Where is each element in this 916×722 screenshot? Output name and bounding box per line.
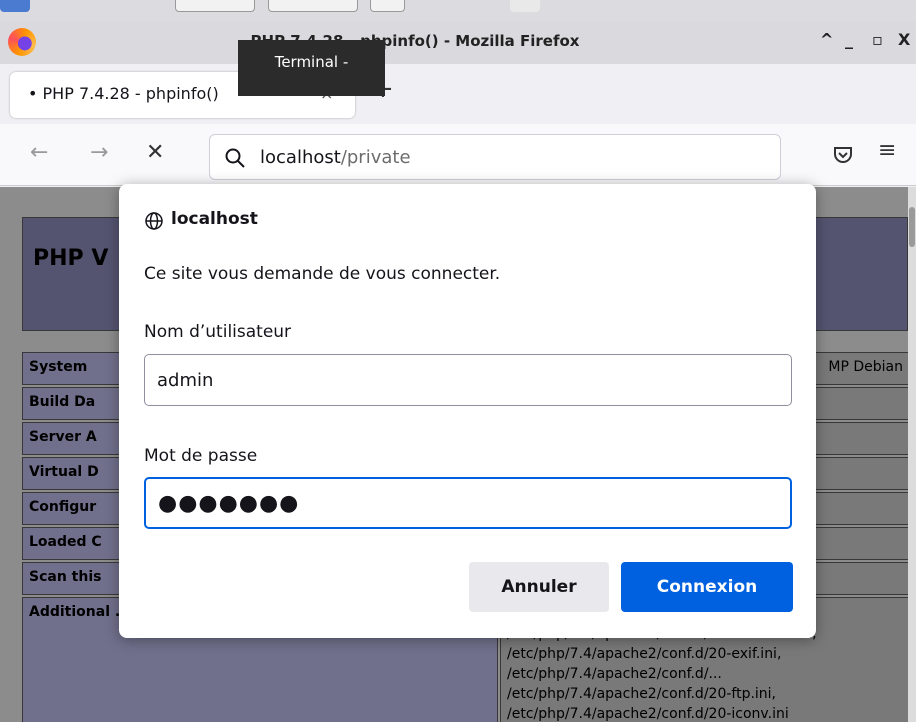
scrollbar-thumb[interactable]: [909, 207, 915, 247]
url-bar[interactable]: localhost/private: [209, 134, 781, 180]
taskbar-item[interactable]: [0, 0, 30, 12]
url-host: localhost: [260, 147, 341, 168]
url-text: localhost/private: [260, 147, 411, 168]
password-label: Mot de passe: [144, 446, 258, 466]
auth-dialog: localhost Ce site vous demande de vous c…: [119, 184, 816, 638]
password-field[interactable]: [144, 477, 792, 529]
hamburger-menu-icon[interactable]: ≡: [878, 138, 896, 163]
close-window-button[interactable]: X: [898, 30, 910, 49]
connect-button[interactable]: Connexion: [621, 562, 793, 612]
desktop-taskbar: [0, 0, 916, 22]
stop-button[interactable]: ✕: [146, 142, 164, 164]
tab-strip: • PHP 7.4.28 - phpinfo() × +: [0, 64, 916, 124]
maximize-window-button[interactable]: ▫: [872, 30, 883, 49]
taskbar-item[interactable]: [175, 0, 255, 12]
globe-icon: [145, 212, 163, 230]
search-icon: [225, 148, 245, 168]
window-title: PHP 7.4.28 - phpinfo() - Mozilla Firefox: [250, 32, 580, 50]
taskbar-item-firefox[interactable]: [370, 0, 405, 12]
cancel-button[interactable]: Annuler: [469, 562, 609, 612]
taskbar-item[interactable]: [268, 0, 358, 12]
window-titlebar[interactable]: PHP 7.4.28 - phpinfo() - Mozilla Firefox…: [0, 22, 916, 64]
taskbar-item[interactable]: [510, 0, 540, 12]
collapse-window-button[interactable]: ^: [820, 30, 833, 49]
username-label: Nom d’utilisateur: [144, 322, 292, 342]
navigation-toolbar: ← → ✕ localhost/private ≡: [0, 124, 916, 186]
url-path: /private: [340, 147, 411, 168]
minimize-window-button[interactable]: _: [845, 30, 853, 49]
username-field[interactable]: [144, 354, 792, 406]
terminal-tooltip: Terminal -: [238, 40, 385, 96]
dialog-host: localhost: [171, 209, 258, 229]
forward-button[interactable]: →: [90, 142, 108, 164]
tab-title: • PHP 7.4.28 - phpinfo(): [28, 84, 219, 103]
pocket-icon[interactable]: [832, 144, 854, 166]
page-scrollbar[interactable]: [908, 187, 916, 722]
dialog-message: Ce site vous demande de vous connecter.: [144, 264, 501, 284]
back-button[interactable]: ←: [30, 142, 48, 164]
